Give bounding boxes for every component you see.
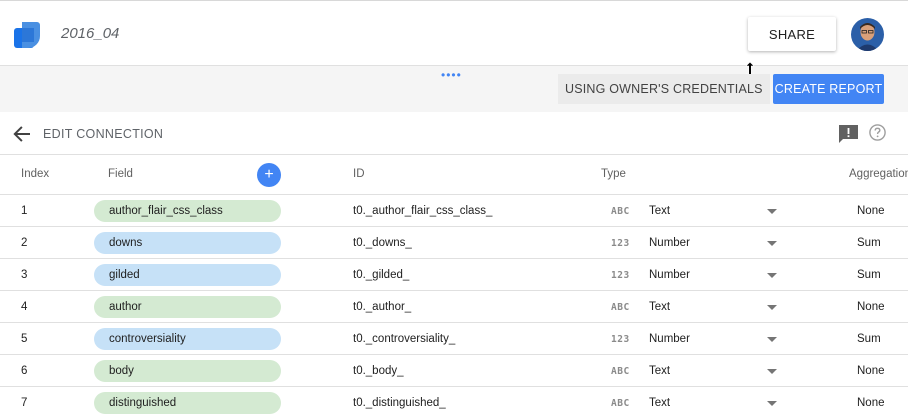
type-select[interactable]: Text	[649, 365, 670, 377]
row-index: 2	[21, 237, 28, 249]
column-header-id[interactable]: ID	[353, 168, 365, 180]
field-id: t0._distinguished_	[353, 397, 446, 409]
field-id: t0._body_	[353, 365, 404, 377]
aggregation-value[interactable]: None	[857, 205, 885, 217]
table-row: 5 controversiality t0._controversiality_…	[0, 323, 908, 355]
type-select[interactable]: Number	[649, 269, 690, 281]
field-chip[interactable]: gilded	[94, 264, 281, 286]
type-select[interactable]: Text	[649, 205, 670, 217]
text-type-icon: ABC	[611, 366, 630, 377]
aggregation-value[interactable]: Sum	[857, 237, 881, 249]
share-button[interactable]: SHARE	[748, 17, 836, 51]
column-header-aggregation[interactable]: Aggregation	[849, 168, 908, 180]
field-id: t0._downs_	[353, 237, 412, 249]
field-chip[interactable]: downs	[94, 232, 281, 254]
text-type-icon: ABC	[611, 206, 630, 217]
column-header-field[interactable]: Field	[108, 168, 133, 180]
table-header: Index Field + ID Type Aggregation	[0, 155, 908, 195]
row-index: 4	[21, 301, 28, 313]
field-id: t0._author_	[353, 301, 412, 313]
table-row: 3 gilded t0._gilded_ 123 Number Sum	[0, 259, 908, 291]
dropdown-arrow-icon[interactable]	[767, 305, 777, 310]
feedback-icon[interactable]	[838, 124, 859, 144]
number-type-icon: 123	[611, 238, 630, 249]
credentials-button[interactable]: USING OWNER'S CREDENTIALS	[558, 74, 770, 104]
avatar-photo-icon	[851, 18, 884, 51]
field-id: t0._gilded_	[353, 269, 410, 281]
dropdown-arrow-icon[interactable]	[767, 209, 777, 214]
aggregation-value[interactable]: None	[857, 365, 885, 377]
field-chip[interactable]: body	[94, 360, 281, 382]
row-index: 5	[21, 333, 28, 345]
user-avatar[interactable]	[851, 18, 884, 51]
aggregation-value[interactable]: None	[857, 301, 885, 313]
table-row: 2 downs t0._downs_ 123 Number Sum	[0, 227, 908, 259]
text-type-icon: ABC	[611, 398, 630, 409]
dropdown-arrow-icon[interactable]	[767, 337, 777, 342]
dropdown-arrow-icon[interactable]	[767, 401, 777, 406]
field-id: t0._author_flair_css_class_	[353, 205, 493, 217]
type-select[interactable]: Number	[649, 237, 690, 249]
aggregation-value[interactable]: Sum	[857, 333, 881, 345]
data-studio-logo-icon[interactable]	[14, 22, 40, 48]
type-select[interactable]: Text	[649, 397, 670, 409]
drag-handle[interactable]: ••••	[441, 68, 462, 82]
column-header-index[interactable]: Index	[21, 168, 49, 180]
number-type-icon: 123	[611, 270, 630, 281]
row-index: 7	[21, 397, 28, 409]
edit-connection-label: EDIT CONNECTION	[43, 127, 164, 141]
text-type-icon: ABC	[611, 302, 630, 313]
create-report-button[interactable]: CREATE REPORT	[773, 74, 884, 104]
field-chip[interactable]: distinguished	[94, 392, 281, 414]
type-select[interactable]: Text	[649, 301, 670, 313]
table-row: 7 distinguished t0._distinguished_ ABC T…	[0, 387, 908, 414]
aggregation-value[interactable]: Sum	[857, 269, 881, 281]
field-chip[interactable]: controversiality	[94, 328, 281, 350]
dropdown-arrow-icon[interactable]	[767, 273, 777, 278]
table-row: 6 body t0._body_ ABC Text None	[0, 355, 908, 387]
type-select[interactable]: Number	[649, 333, 690, 345]
column-header-type[interactable]: Type	[601, 168, 626, 180]
row-index: 1	[21, 205, 28, 217]
back-arrow-icon[interactable]	[13, 125, 31, 143]
aggregation-value[interactable]: None	[857, 397, 885, 409]
report-title[interactable]: 2016_04	[61, 25, 119, 42]
table-row: 4 author t0._author_ ABC Text None	[0, 291, 908, 323]
row-index: 3	[21, 269, 28, 281]
field-id: t0._controversiality_	[353, 333, 456, 345]
table-row: 1 author_flair_css_class t0._author_flai…	[0, 195, 908, 227]
add-field-button[interactable]: +	[257, 163, 281, 187]
field-chip[interactable]: author_flair_css_class	[94, 200, 281, 222]
top-bar: 2016_04 SHARE	[0, 0, 908, 66]
field-chip[interactable]: author	[94, 296, 281, 318]
dropdown-arrow-icon[interactable]	[767, 241, 777, 246]
number-type-icon: 123	[611, 334, 630, 345]
edit-connection-bar: EDIT CONNECTION	[0, 112, 908, 155]
help-icon[interactable]	[869, 124, 886, 141]
dropdown-arrow-icon[interactable]	[767, 369, 777, 374]
row-index: 6	[21, 365, 28, 377]
